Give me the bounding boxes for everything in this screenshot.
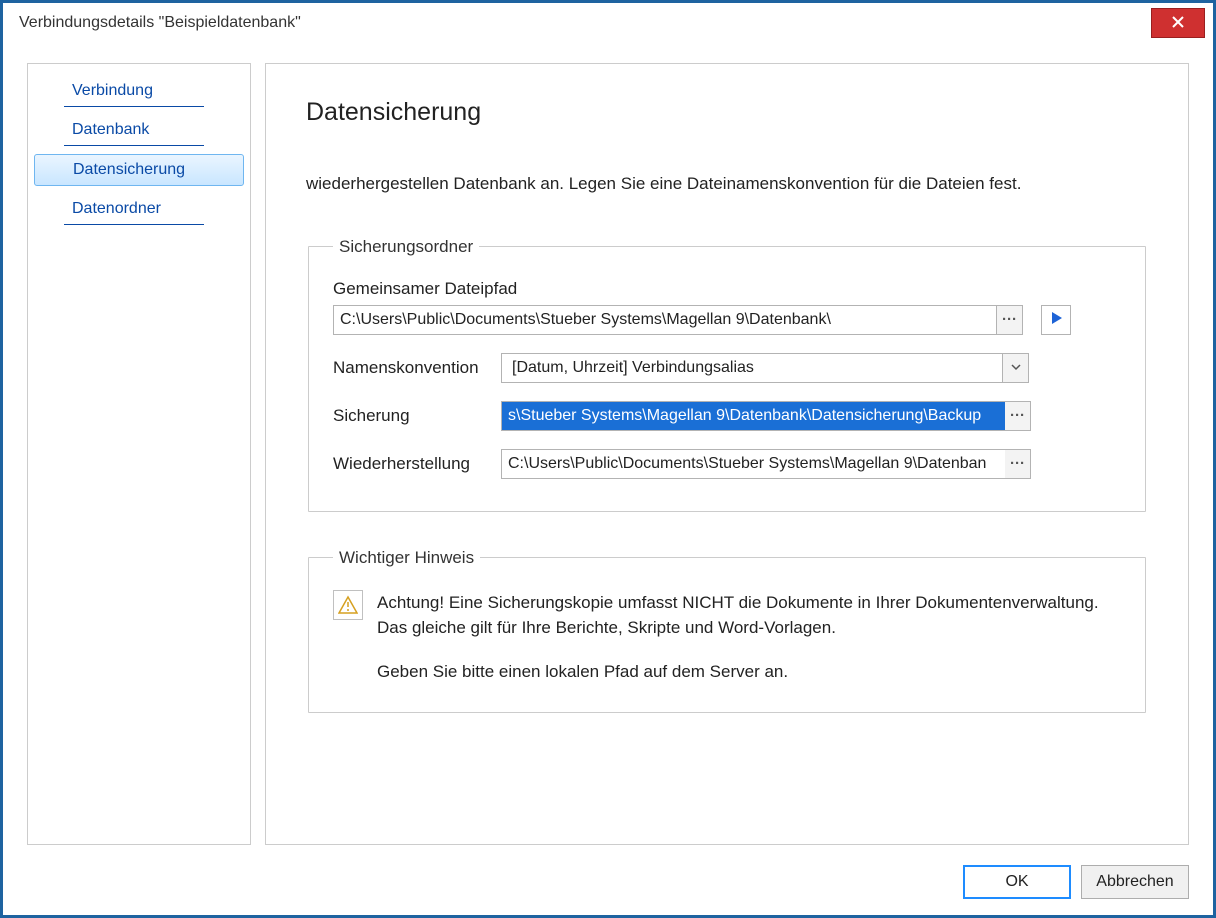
folder-group-legend: Sicherungsordner xyxy=(333,237,479,257)
backup-path-input[interactable]: s\Stueber Systems\Magellan 9\Datenbank\D… xyxy=(501,401,1005,431)
shared-path-label: Gemeinsamer Dateipfad xyxy=(333,279,1121,299)
dialog-footer: OK Abbrechen xyxy=(963,865,1189,899)
hint-group-legend: Wichtiger Hinweis xyxy=(333,548,480,568)
open-shared-path-button[interactable] xyxy=(1041,305,1071,335)
browse-backup-path-button[interactable]: ··· xyxy=(1005,401,1031,431)
play-icon xyxy=(1049,311,1063,329)
connection-details-window: Verbindungsdetails "Beispieldatenbank" V… xyxy=(0,0,1216,918)
sidebar-item-verbindung[interactable]: Verbindung xyxy=(64,76,204,107)
hint-text: Achtung! Eine Sicherungskopie umfasst NI… xyxy=(377,590,1121,685)
intro-text: wiederhergestellen Datenbank an. Legen S… xyxy=(306,171,1148,197)
folder-group: Sicherungsordner Gemeinsamer Dateipfad C… xyxy=(308,237,1146,512)
close-button[interactable] xyxy=(1151,8,1205,38)
ok-button[interactable]: OK xyxy=(963,865,1071,899)
chevron-down-icon xyxy=(1011,359,1021,376)
page-title: Datensicherung xyxy=(306,98,1148,127)
warning-icon xyxy=(333,590,363,620)
restore-path-input[interactable]: C:\Users\Public\Documents\Stueber System… xyxy=(501,449,1005,479)
content-area: Verbindung Datenbank Datensicherung Date… xyxy=(27,63,1189,845)
hint-group: Wichtiger Hinweis Achtung! Eine Sicherun… xyxy=(308,548,1146,714)
shared-path-input[interactable]: C:\Users\Public\Documents\Stueber System… xyxy=(333,305,997,335)
titlebar: Verbindungsdetails "Beispieldatenbank" xyxy=(3,3,1213,43)
main-panel: Datensicherung wiederhergestellen Datenb… xyxy=(265,63,1189,845)
sidebar: Verbindung Datenbank Datensicherung Date… xyxy=(27,63,251,845)
hint-line-1: Achtung! Eine Sicherungskopie umfasst NI… xyxy=(377,590,1121,641)
hint-line-2: Geben Sie bitte einen lokalen Pfad auf d… xyxy=(377,659,1121,685)
restore-label: Wiederherstellung xyxy=(333,454,493,474)
browse-shared-path-button[interactable]: ··· xyxy=(997,305,1023,335)
sidebar-item-datenordner[interactable]: Datenordner xyxy=(64,194,204,225)
naming-label: Namenskonvention xyxy=(333,358,493,378)
close-icon xyxy=(1172,15,1184,32)
naming-select[interactable]: [Datum, Uhrzeit] Verbindungsalias xyxy=(501,353,1003,383)
naming-select-arrow[interactable] xyxy=(1003,353,1029,383)
window-title: Verbindungsdetails "Beispieldatenbank" xyxy=(19,14,301,32)
backup-label: Sicherung xyxy=(333,406,493,426)
sidebar-item-datensicherung[interactable]: Datensicherung xyxy=(34,154,244,186)
sidebar-item-datenbank[interactable]: Datenbank xyxy=(64,115,204,146)
cancel-button[interactable]: Abbrechen xyxy=(1081,865,1189,899)
browse-restore-path-button[interactable]: ··· xyxy=(1005,449,1031,479)
